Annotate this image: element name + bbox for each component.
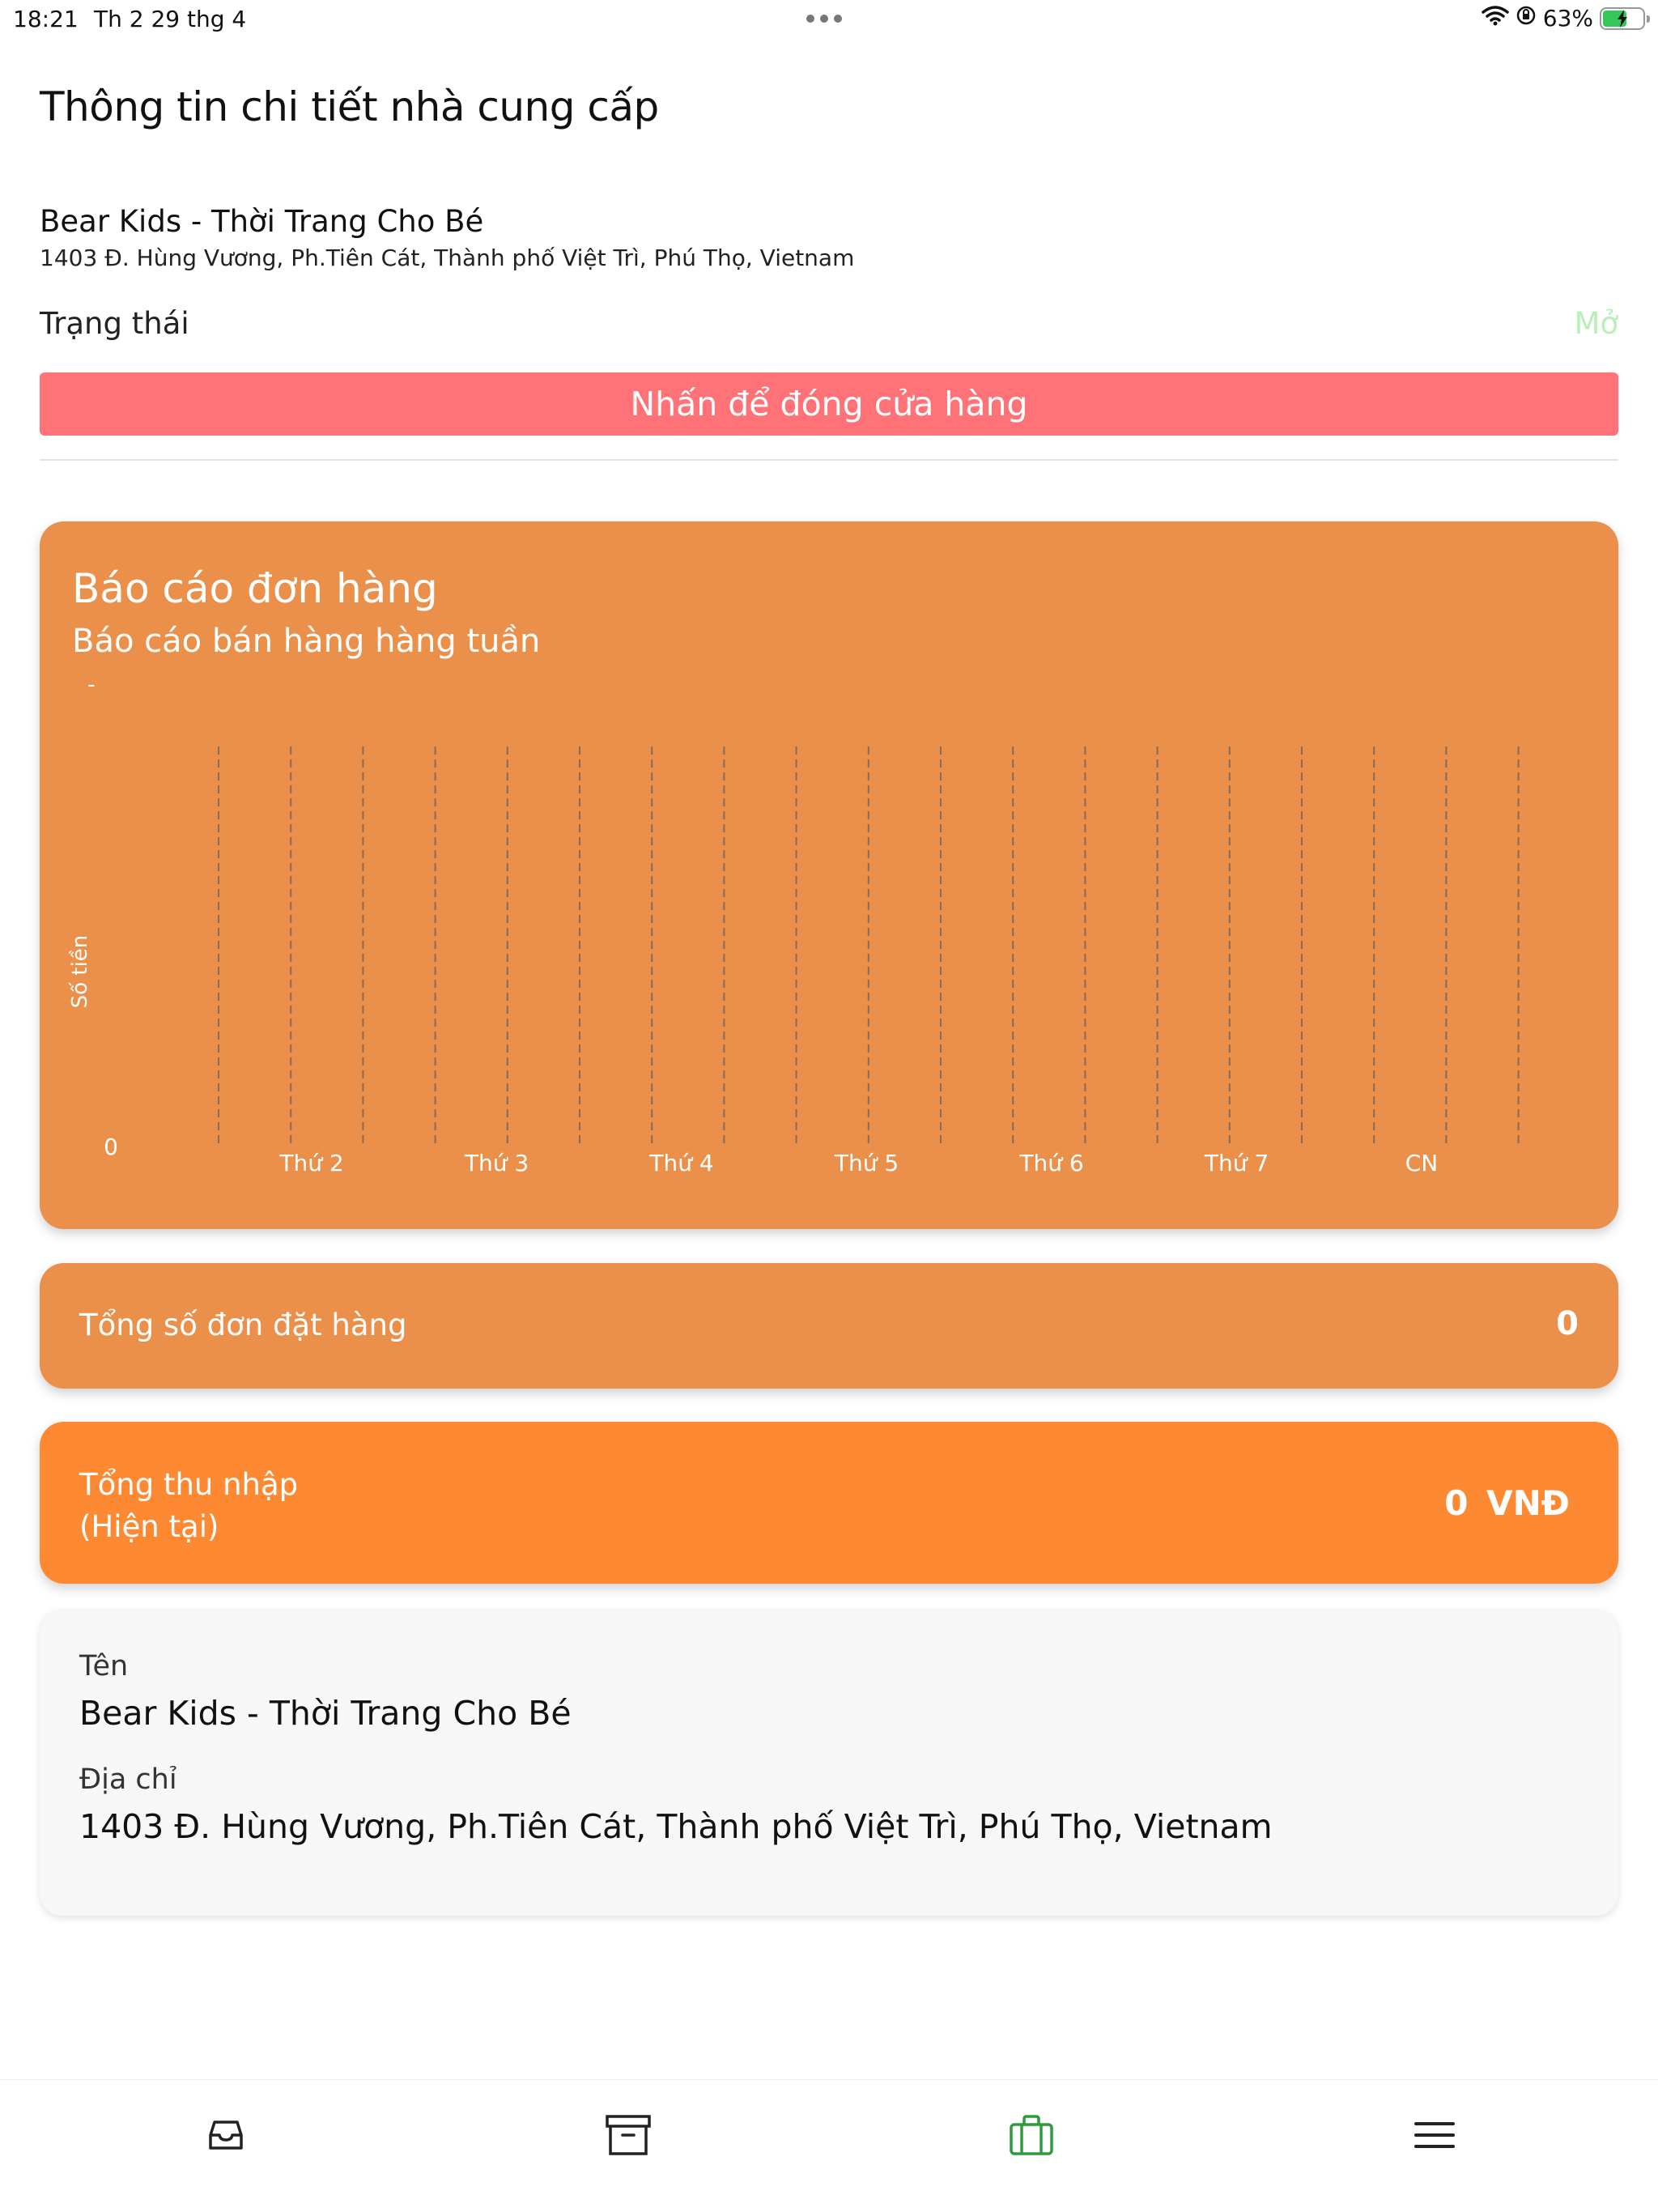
report-subtitle: Báo cáo bán hàng hàng tuần: [72, 623, 541, 660]
tab-store[interactable]: [1007, 2111, 1056, 2159]
chart-x-tick-label: Thứ 4: [648, 1150, 713, 1176]
total-income-value: 0 VNĐ: [1444, 1483, 1570, 1523]
address-label: Địa chỉ: [79, 1763, 177, 1796]
wifi-icon: [1482, 5, 1509, 32]
chart-y-tick-label: 0: [104, 1134, 118, 1160]
store-status-row: Trạng thái Mở: [40, 306, 1618, 347]
name-value: Bear Kids - Thời Trang Cho Bé: [79, 1694, 572, 1733]
status-time: 18:21: [13, 6, 79, 32]
total-orders-value: 0: [1556, 1305, 1579, 1342]
total-income-card: Tổng thu nhập (Hiện tại) 0 VNĐ: [40, 1422, 1618, 1584]
orientation-lock-icon: [1516, 5, 1537, 32]
bottom-tab-bar: [0, 2079, 1658, 2212]
chart-x-tick-label: Thứ 2: [278, 1150, 343, 1176]
total-orders-label: Tổng số đơn đặt hàng: [79, 1308, 407, 1342]
tab-inbox[interactable]: [202, 2111, 250, 2159]
tab-archive[interactable]: [604, 2111, 653, 2159]
chart-y-axis-label: Số tiền: [68, 935, 92, 1009]
battery-percent: 63%: [1542, 5, 1593, 32]
report-title: Báo cáo đơn hàng: [72, 565, 438, 612]
chart-x-tick-label: CN: [1405, 1150, 1439, 1176]
total-income-label-line2: (Hiện tại): [79, 1509, 219, 1544]
status-date: Th 2 29 thg 4: [94, 6, 247, 32]
store-info-card: Tên Bear Kids - Thời Trang Cho Bé Địa ch…: [40, 1610, 1618, 1916]
multitasking-dots-icon[interactable]: [806, 15, 842, 23]
name-label: Tên: [79, 1650, 129, 1682]
close-store-button[interactable]: Nhấn để đóng cửa hàng: [40, 372, 1618, 436]
chart-x-tick-label: Thứ 3: [464, 1150, 529, 1176]
menu-icon: [1414, 2122, 1455, 2148]
page-title: Thông tin chi tiết nhà cung cấp: [40, 83, 659, 130]
chart-x-tick-label: Thứ 5: [834, 1150, 899, 1176]
status-bar: 18:21 Th 2 29 thg 4 63%: [0, 0, 1658, 42]
store-address: 1403 Đ. Hùng Vương, Ph.Tiên Cát, Thành p…: [40, 245, 855, 271]
total-income-label: Tổng thu nhập (Hiện tại): [79, 1464, 298, 1548]
battery-icon: [1600, 6, 1650, 30]
briefcase-icon: [1010, 2115, 1053, 2155]
status-label: Trạng thái: [40, 306, 189, 341]
total-income-label-line1: Tổng thu nhập: [79, 1467, 299, 1502]
chart-y-top-tick-label: -: [87, 673, 95, 697]
divider: [40, 459, 1618, 461]
status-value: Mở: [1574, 306, 1618, 341]
tab-menu[interactable]: [1410, 2111, 1459, 2159]
chart-x-tick-label: Thứ 7: [1204, 1150, 1269, 1176]
address-value: 1403 Đ. Hùng Vương, Ph.Tiên Cát, Thành p…: [79, 1807, 1273, 1846]
store-name: Bear Kids - Thời Trang Cho Bé: [40, 204, 484, 239]
chart-x-tick-label: Thứ 6: [1018, 1150, 1083, 1176]
total-orders-card: Tổng số đơn đặt hàng 0: [40, 1263, 1618, 1389]
status-indicators: 63%: [1482, 5, 1650, 32]
archive-box-icon: [606, 2115, 651, 2155]
order-report-card: Thứ 2 Thứ 3 Thứ 4 Thứ 5 Thứ 6 Thứ 7 CN 0 - Số tiề…: [40, 521, 1618, 1229]
inbox-icon: [209, 2121, 243, 2150]
supplier-detail-screen: 18:21 Th 2 29 thg 4 63% Thông tin chi ti…: [0, 0, 1658, 2212]
